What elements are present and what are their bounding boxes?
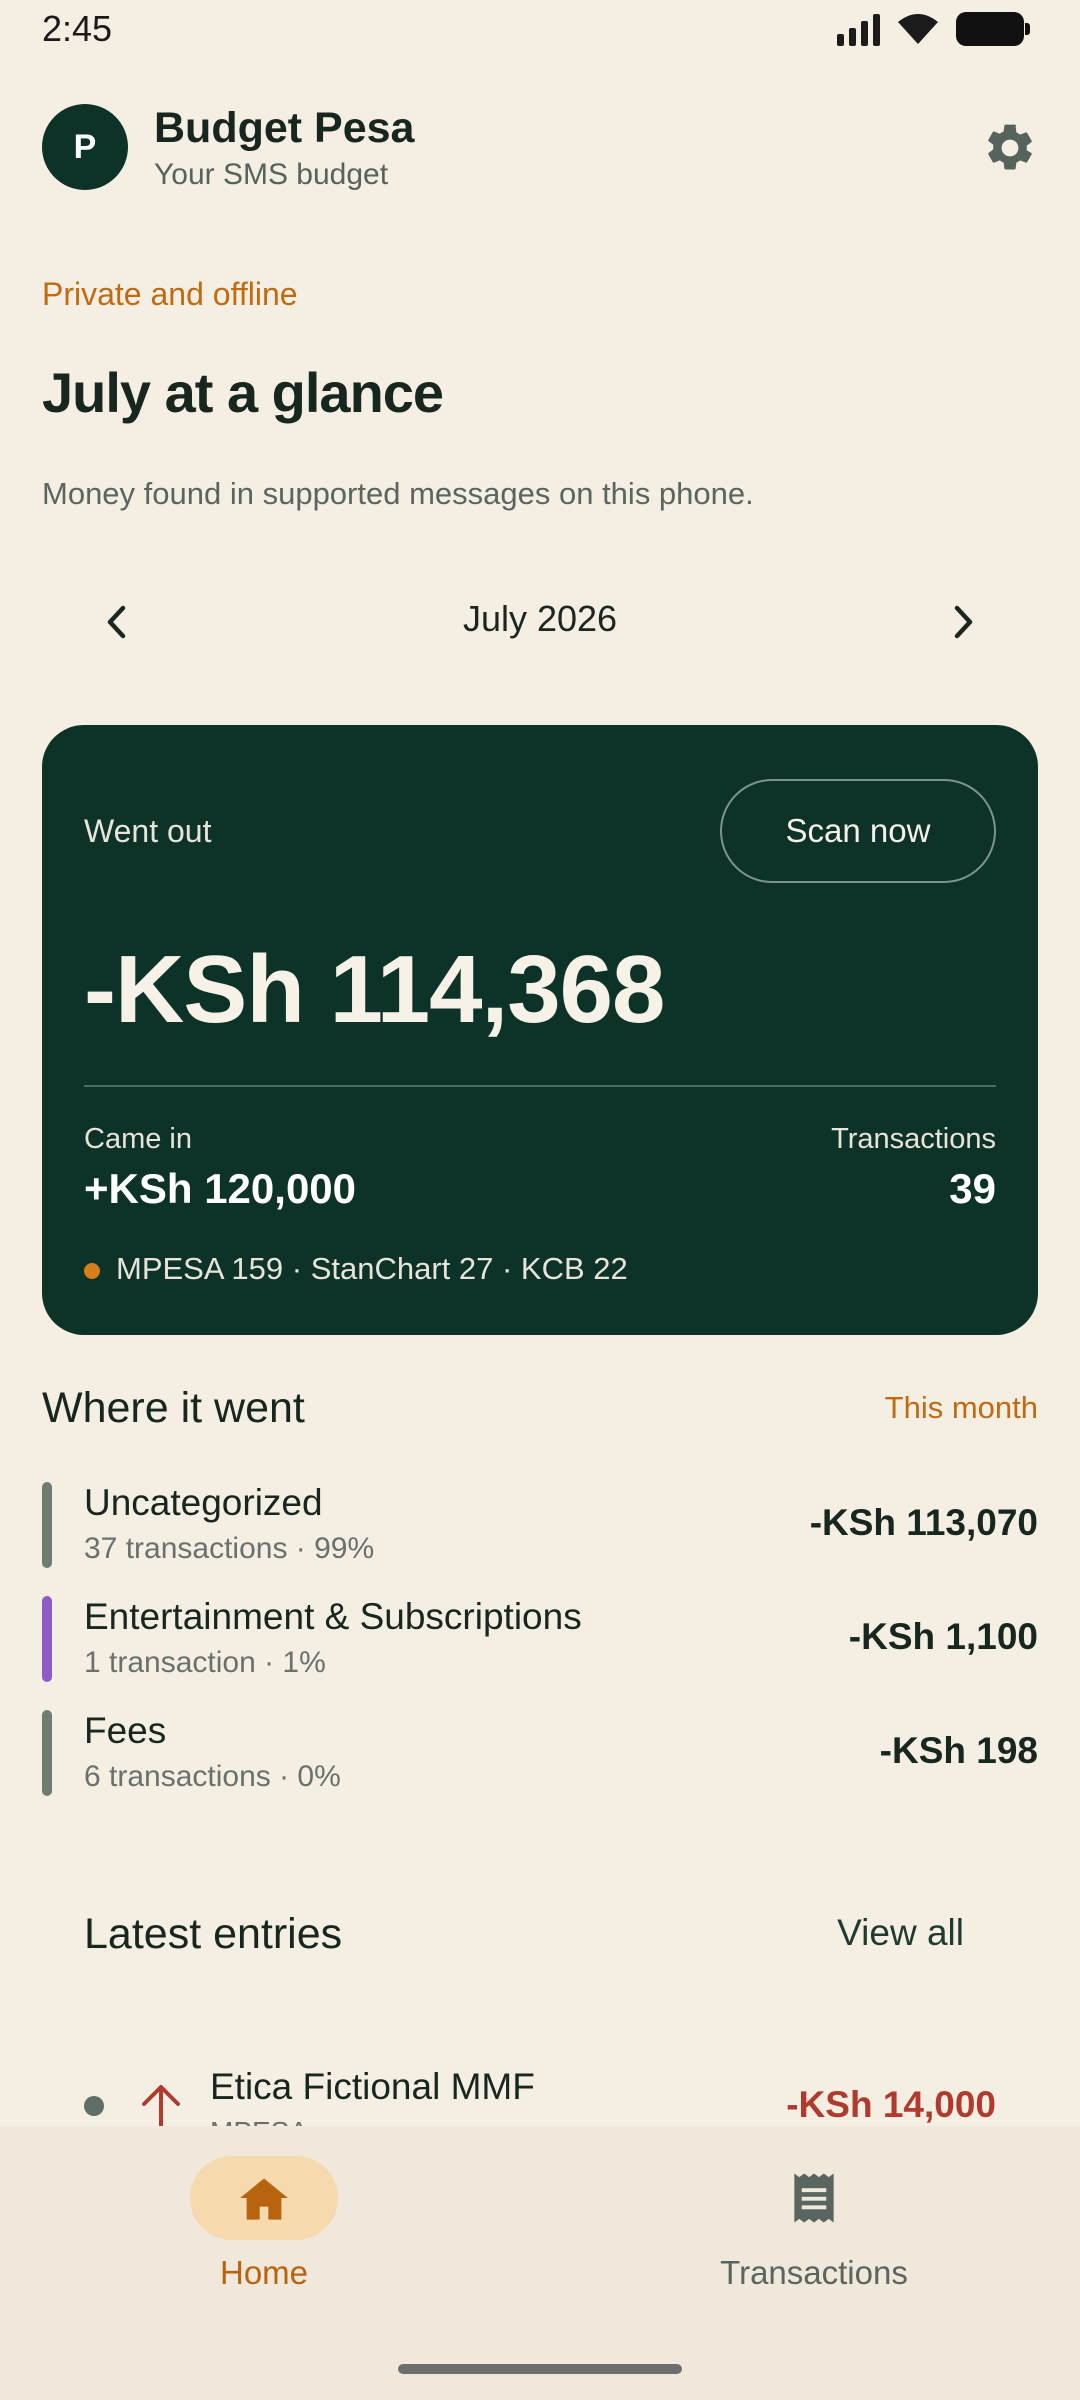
nav-home-label: Home: [219, 2254, 309, 2291]
came-in-label: Came in: [84, 1123, 192, 1155]
status-time: 2:45: [42, 8, 113, 49]
category-meta: 6 transactions · 0%: [84, 1760, 341, 1793]
period-filter[interactable]: This month: [885, 1390, 1038, 1426]
nav-transactions-label: Transactions: [720, 2254, 908, 2291]
category-meta: 1 transaction · 1%: [84, 1646, 326, 1679]
card-divider: [84, 1085, 996, 1087]
app-subtitle: Your SMS budget: [154, 158, 389, 191]
chevron-right-icon: [954, 605, 973, 639]
transactions-count: 39: [949, 1165, 996, 1212]
nav-transactions-indicator: [740, 2156, 888, 2240]
category-meta: 37 transactions · 99%: [84, 1532, 375, 1565]
category-row[interactable]: Fees 6 transactions · 0% -KSh 198: [42, 1710, 1038, 1796]
app-header: P Budget Pesa Your SMS budget: [42, 104, 1038, 191]
sources-summary: MPESA 159 · StanChart 27 · KCB 22: [116, 1251, 628, 1286]
month-switcher: July 2026: [42, 586, 1038, 656]
page-description: Money found in supported messages on thi…: [42, 476, 754, 511]
transactions-label: Transactions: [831, 1123, 996, 1155]
category-name: Entertainment & Subscriptions: [84, 1596, 582, 1637]
category-amount: -KSh 113,070: [809, 1502, 1038, 1543]
nav-home[interactable]: Home: [114, 2156, 414, 2292]
category-name: Fees: [84, 1710, 167, 1751]
wifi-icon: [898, 14, 938, 44]
scan-now-button[interactable]: Scan now: [720, 779, 996, 883]
arrow-up-icon: [142, 2085, 180, 2126]
nav-transactions[interactable]: Transactions: [664, 2156, 964, 2292]
category-color-bar: [42, 1482, 52, 1568]
gear-icon: [988, 124, 1032, 170]
receipt-icon: [794, 2173, 834, 2223]
category-amount: -KSh 198: [879, 1730, 1038, 1771]
home-icon: [240, 2178, 288, 2220]
category-row[interactable]: Entertainment & Subscriptions 1 transact…: [42, 1596, 1038, 1682]
entry-source: MPESA: [210, 2116, 308, 2126]
went-out-amount: -KSh 114,368: [84, 936, 665, 1043]
came-in-amount: +KSh 120,000: [84, 1165, 357, 1212]
month-label: July 2026: [462, 598, 618, 639]
category-color-bar: [42, 1596, 52, 1682]
summary-card: Went out Scan now -KSh 114,368 Came in +…: [42, 725, 1038, 1335]
category-color-bar: [42, 1710, 52, 1796]
next-month-button[interactable]: [933, 592, 993, 652]
entry-status-dot: [84, 2096, 104, 2116]
view-all-link[interactable]: View all: [837, 1912, 964, 1954]
went-out-label: Went out: [84, 813, 212, 849]
gesture-home-bar[interactable]: [398, 2364, 682, 2374]
status-icons: [837, 12, 1030, 46]
where-it-went-title: Where it went: [42, 1384, 305, 1432]
nav-home-indicator: [190, 2156, 338, 2240]
battery-icon: [956, 12, 1030, 46]
entry-amount: -KSh 14,000: [786, 2084, 996, 2125]
page-title: July at a glance: [42, 361, 444, 424]
category-amount: -KSh 1,100: [848, 1616, 1038, 1657]
status-bar: 2:45: [0, 0, 1080, 62]
settings-button[interactable]: [982, 120, 1038, 176]
app-title: Budget Pesa: [154, 104, 415, 152]
sources-dot: [84, 1263, 100, 1279]
avatar[interactable]: P: [42, 104, 128, 190]
privacy-eyebrow: Private and offline: [42, 276, 298, 312]
signal-icon: [837, 12, 880, 46]
list-item[interactable]: Etica Fictional MMF MPESA -KSh 14,000: [84, 2060, 996, 2126]
entry-name: Etica Fictional MMF: [210, 2066, 535, 2107]
bottom-navigation: Home Transactions: [0, 2126, 1080, 2400]
latest-entries-title: Latest entries: [84, 1910, 343, 1958]
category-row[interactable]: Uncategorized 37 transactions · 99% -KSh…: [42, 1482, 1038, 1568]
category-name: Uncategorized: [84, 1482, 323, 1523]
